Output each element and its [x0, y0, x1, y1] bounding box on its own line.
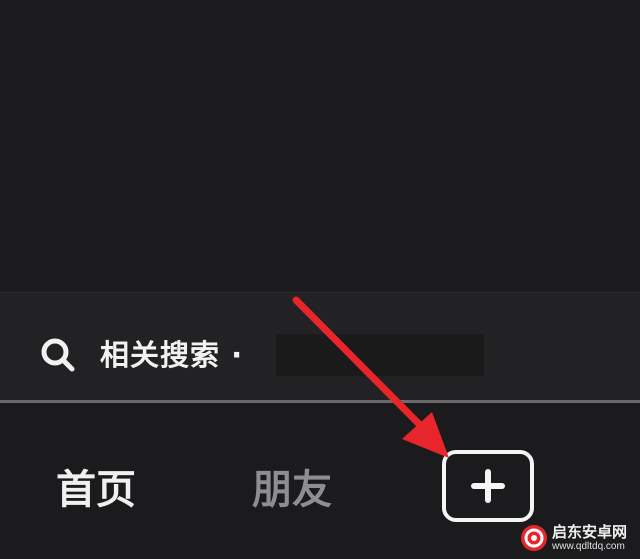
tab-home[interactable]: 首页	[56, 462, 136, 518]
watermark-url: www.qdltdq.com	[552, 541, 625, 552]
redacted-search-term	[276, 334, 484, 376]
watermark-title: 启东安卓网	[552, 523, 628, 541]
related-search-label[interactable]: 相关搜索 ·	[100, 335, 243, 375]
add-post-button[interactable]	[442, 450, 534, 522]
video-area[interactable]	[0, 0, 640, 292]
site-logo-icon	[521, 525, 547, 551]
app-screen: 相关搜索 · 首页 朋友 启东安卓网 www.qdltdq.com	[0, 0, 640, 559]
search-icon	[41, 338, 75, 372]
tab-friends[interactable]: 朋友	[252, 462, 332, 518]
watermark: 启东安卓网 www.qdltdq.com	[516, 520, 636, 556]
plus-icon	[471, 469, 505, 503]
